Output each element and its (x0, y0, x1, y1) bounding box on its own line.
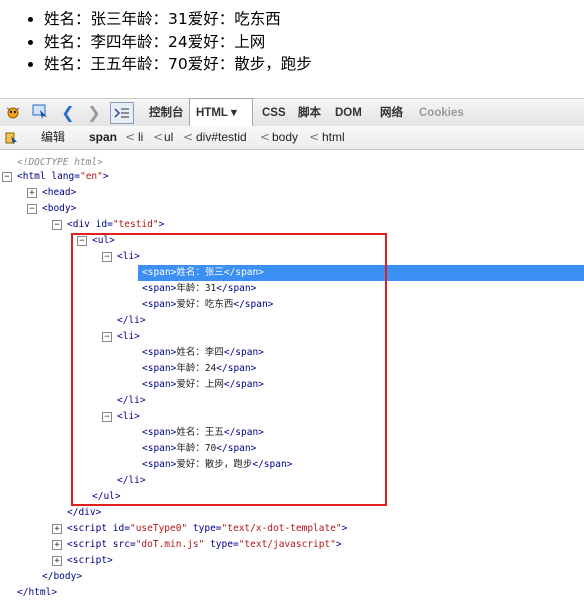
tab-html-label: HTML (196, 107, 228, 119)
tree-node-script[interactable]: <script> (67, 553, 113, 569)
rendered-list: 姓名：张三年龄：31爱好：吃东西 姓名：李四年龄：24爱好：上网 姓名：王五年龄… (0, 8, 312, 76)
crumb-body[interactable]: body (272, 126, 298, 149)
collapse-toggle-icon[interactable]: − (52, 220, 62, 230)
expand-toggle-icon[interactable]: + (52, 524, 62, 534)
devtools-toolbar: ❮ ❯ 控制台 HTML ▾ CSS 脚本 DOM 网络 Cookies (0, 98, 584, 127)
tab-dom[interactable]: DOM (335, 99, 362, 126)
crumb-separator: < (125, 130, 136, 144)
tree-node-body[interactable]: <body> (42, 201, 76, 217)
tab-css[interactable]: CSS (262, 99, 286, 126)
firebug-icon[interactable] (4, 102, 22, 122)
crumb-separator: < (260, 130, 271, 144)
expand-toggle-icon[interactable]: + (52, 540, 62, 550)
tree-node-html[interactable]: <html lang="en"> (17, 169, 109, 185)
collapse-toggle-icon[interactable]: − (27, 204, 37, 214)
tree-node-body-close: </body> (42, 571, 83, 582)
tree-node-div[interactable]: <div id="testid"> (67, 217, 164, 233)
breadcrumb: 编辑 span < li < ul < div#testid < body < … (0, 126, 584, 150)
tab-html[interactable]: HTML ▾ (189, 98, 253, 126)
command-line-icon[interactable] (110, 102, 134, 124)
crumb-ul[interactable]: ul (164, 126, 173, 149)
list-item: 姓名：李四年龄：24爱好：上网 (44, 31, 312, 54)
crumb-separator: < (309, 130, 320, 144)
highlight-box (71, 233, 387, 506)
collapse-toggle-icon[interactable]: − (2, 172, 12, 182)
crumb-div[interactable]: div#testid (196, 126, 247, 149)
crumb-span[interactable]: span (89, 126, 117, 149)
expand-toggle-icon[interactable]: + (27, 188, 37, 198)
tree-node-head[interactable]: <head> (42, 185, 76, 201)
tree-node-html-close: </html> (17, 587, 58, 598)
tab-net[interactable]: 网络 (380, 99, 403, 126)
back-icon[interactable]: ❮ (60, 102, 76, 122)
tree-node-script[interactable]: <script id="useType0" type="text/x-dot-t… (67, 521, 347, 537)
crumb-separator: < (153, 130, 164, 144)
list-item: 姓名：王五年龄：70爱好：散步，跑步 (44, 53, 312, 76)
expand-toggle-icon[interactable]: + (52, 556, 62, 566)
inspect-edit-icon[interactable] (4, 128, 20, 148)
list-item: 姓名：张三年龄：31爱好：吃东西 (44, 8, 312, 31)
edit-button[interactable]: 编辑 (41, 126, 65, 149)
tab-cookies[interactable]: Cookies (419, 99, 464, 126)
crumb-li[interactable]: li (138, 126, 143, 149)
tab-console[interactable]: 控制台 (149, 99, 184, 126)
forward-icon[interactable]: ❯ (86, 102, 102, 122)
crumb-html[interactable]: html (322, 126, 345, 149)
tree-node-div-close: </div> (67, 507, 102, 518)
crumb-separator: < (183, 130, 194, 144)
inspect-element-icon[interactable] (30, 102, 52, 122)
tree-node-script[interactable]: <script src="doT.min.js" type="text/java… (67, 537, 342, 553)
chevron-down-icon[interactable]: ▾ (231, 107, 237, 119)
tab-script[interactable]: 脚本 (298, 99, 321, 126)
